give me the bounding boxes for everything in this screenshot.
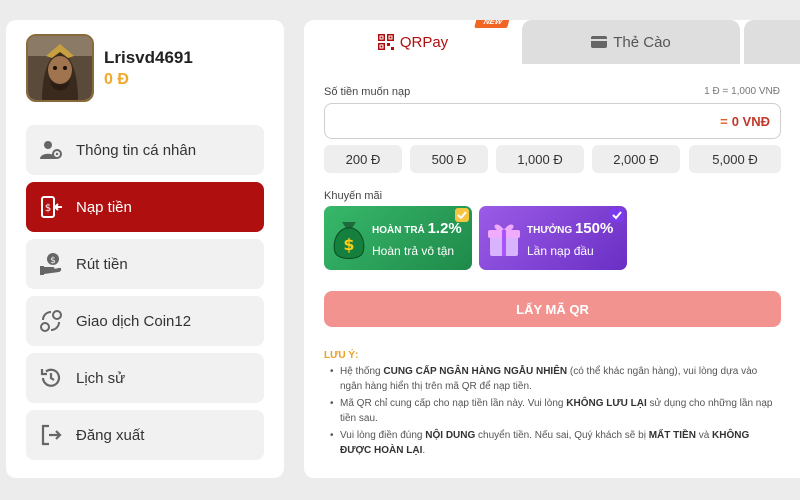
check-icon: [610, 208, 624, 222]
promo-title: HOÀN TRẢ 1.2%: [372, 220, 462, 237]
menu-item-deposit[interactable]: $ Nạp tiền: [26, 182, 264, 232]
menu-item-profile-info[interactable]: Thông tin cá nhân: [26, 125, 264, 175]
menu-item-label: Thông tin cá nhân: [76, 141, 197, 159]
tab-label: QRPay: [399, 33, 449, 51]
menu-item-label: Đăng xuất: [76, 426, 145, 444]
deposit-panel: Thẻ Cào QRPay NEW Số tiền muốn nạp 1 Đ =…: [304, 20, 800, 478]
svg-text:$: $: [343, 235, 354, 254]
deposit-tabs: Thẻ Cào QRPay NEW: [304, 20, 800, 64]
username: Lrisvd4691: [104, 48, 193, 67]
menu-item-label: Rút tiền: [76, 255, 128, 273]
tab-qrpay[interactable]: QRPay NEW: [304, 20, 522, 64]
preset-5000[interactable]: 5,000 Đ: [689, 145, 781, 173]
exchange-icon: [38, 308, 64, 334]
amount-label: Số tiền muốn nạp: [324, 86, 411, 98]
preset-2000[interactable]: 2,000 Đ: [592, 145, 680, 173]
menu-item-coin-exchange[interactable]: Giao dịch Coin12: [26, 296, 264, 346]
amount-presets: 200 Đ 500 Đ 1,000 Đ 2,000 Đ 5,000 Đ: [324, 145, 781, 173]
note-item: Mã QR chỉ cung cấp cho nạp tiền lần này.…: [328, 396, 778, 426]
tab-scratch-card[interactable]: Thẻ Cào: [522, 20, 740, 64]
money-bag-icon: $: [330, 214, 368, 262]
promotions-label: Khuyến mãi: [324, 190, 383, 202]
preset-500[interactable]: 500 Đ: [410, 145, 488, 173]
notes-list: Hệ thống CUNG CẤP NGÂN HÀNG NGẪU NHIÊN (…: [328, 364, 778, 460]
notes-title: LƯU Ý:: [324, 350, 359, 361]
equals-sign: =: [720, 113, 728, 129]
withdraw-hand-icon: $: [38, 251, 64, 277]
logout-icon: [38, 422, 64, 448]
amount-input[interactable]: = 0 VNĐ: [324, 103, 781, 139]
profile-card: Lrisvd4691 0 Đ: [26, 34, 266, 106]
history-icon: [38, 365, 64, 391]
menu-item-label: Lịch sử: [76, 369, 126, 387]
promo-title: THƯỞNG 150%: [527, 220, 614, 237]
note-item: Vui lòng điền đúng NỘI DUNG chuyển tiền.…: [328, 428, 778, 458]
menu-item-label: Giao dịch Coin12: [76, 312, 192, 330]
menu-item-label: Nạp tiền: [76, 198, 132, 216]
deposit-phone-icon: $: [38, 194, 64, 220]
account-sidebar: Lrisvd4691 0 Đ Thông tin cá nhân $ Nạp t…: [6, 20, 284, 478]
card-icon: [591, 36, 608, 48]
new-badge: NEW: [474, 20, 511, 28]
get-qr-button[interactable]: LẤY MÃ QR: [324, 291, 781, 327]
user-gear-icon: [38, 137, 64, 163]
balance: 0 Đ: [104, 71, 129, 88]
gift-box-icon: [485, 214, 523, 262]
promo-subtitle: Hoàn trả vô tận: [372, 244, 455, 258]
qr-code-icon: [377, 34, 394, 50]
menu-item-withdraw[interactable]: $ Rút tiền: [26, 239, 264, 289]
tab-more[interactable]: [744, 20, 800, 64]
promo-refund[interactable]: $ HOÀN TRẢ 1.2% Hoàn trả vô tận: [324, 206, 472, 270]
svg-text:$: $: [50, 256, 56, 266]
menu-item-history[interactable]: Lịch sử: [26, 353, 264, 403]
exchange-rate: 1 Đ = 1,000 VNĐ: [704, 86, 780, 97]
menu-item-logout[interactable]: Đăng xuất: [26, 410, 264, 460]
tab-label: Thẻ Cào: [613, 33, 671, 51]
promo-first-deposit[interactable]: THƯỞNG 150% Lần nạp đầu: [479, 206, 627, 270]
promo-subtitle: Lần nạp đầu: [527, 244, 594, 258]
preset-200[interactable]: 200 Đ: [324, 145, 402, 173]
avatar[interactable]: [26, 34, 94, 102]
amount-converted: 0 VNĐ: [731, 113, 770, 129]
preset-1000[interactable]: 1,000 Đ: [496, 145, 584, 173]
note-item: Hệ thống CUNG CẤP NGÂN HÀNG NGẪU NHIÊN (…: [328, 364, 778, 394]
svg-text:$: $: [45, 203, 51, 214]
check-icon: [455, 208, 469, 222]
